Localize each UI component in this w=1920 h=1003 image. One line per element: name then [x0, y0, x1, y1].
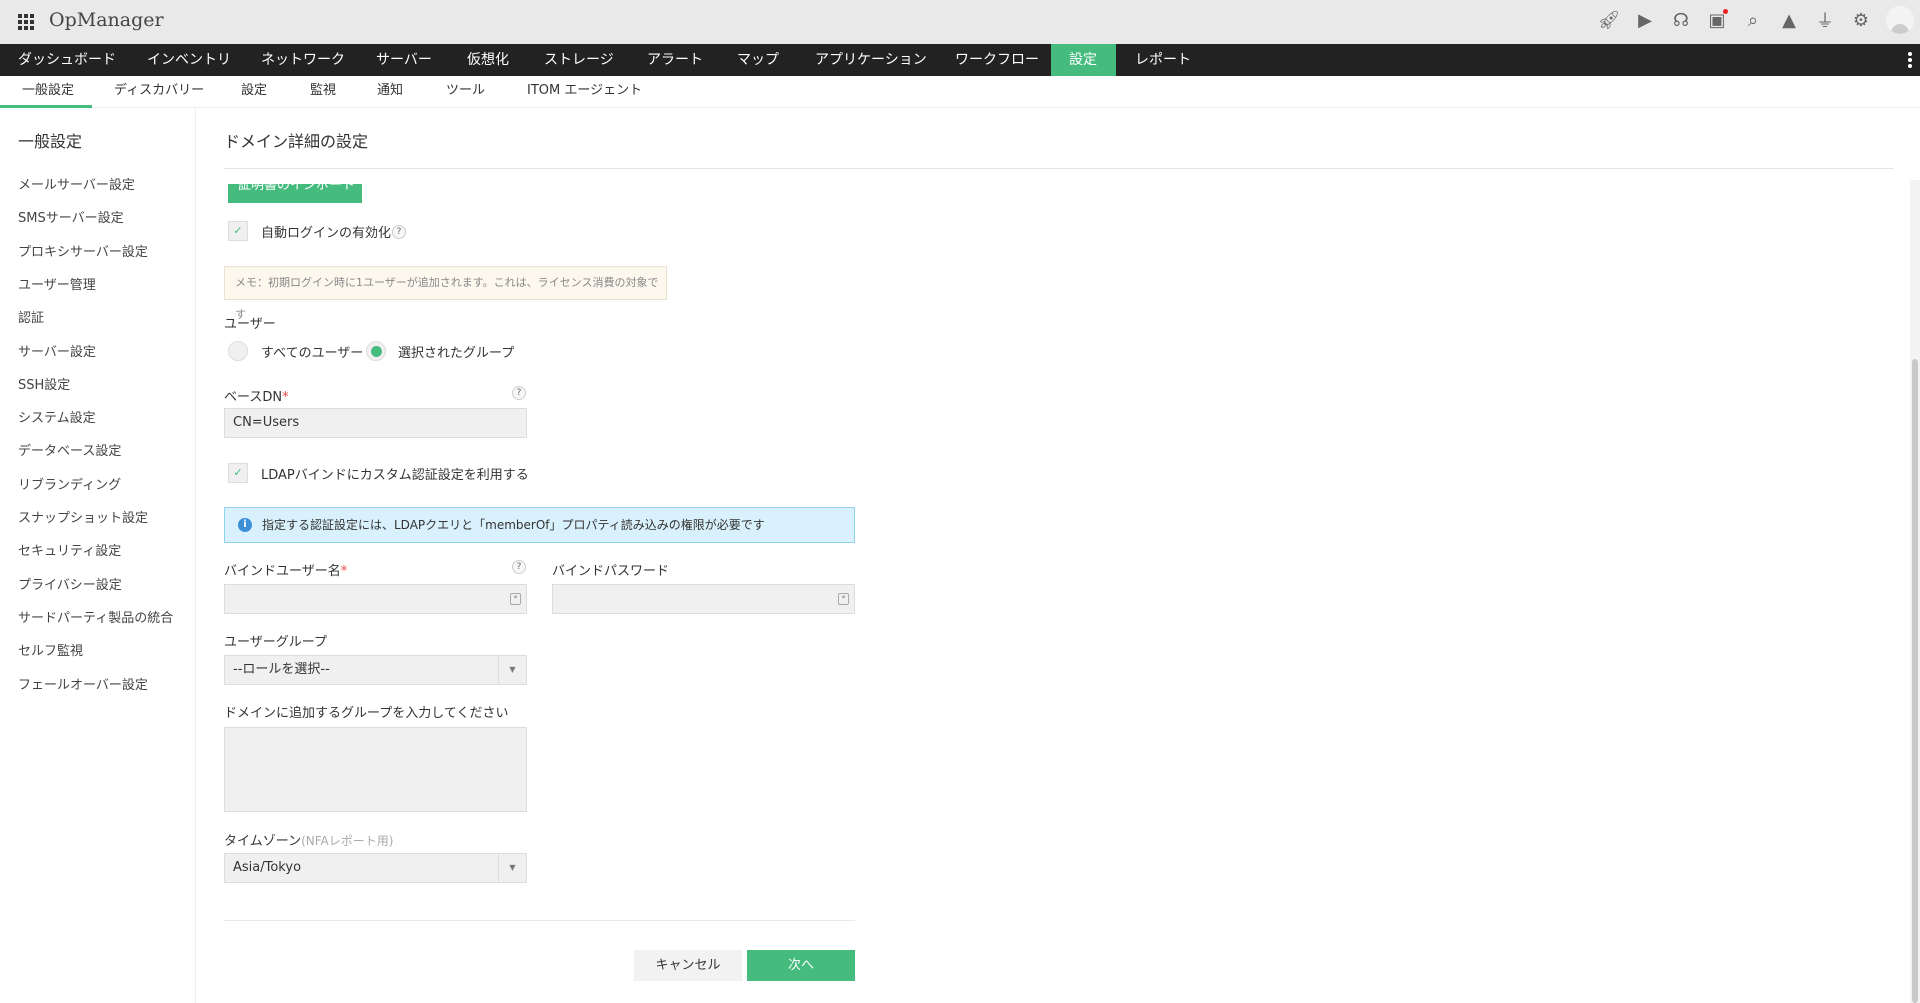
search-icon[interactable]: ⌕	[1742, 9, 1764, 31]
sidebar-item[interactable]: システム設定	[18, 407, 96, 426]
info-banner: i 指定する認証設定には、LDAPクエリと「memberOf」プロパティ読み込みの…	[224, 507, 855, 543]
groups-label: ドメインに追加するグループを入力してください	[224, 706, 509, 721]
sidebar-item[interactable]: メールサーバー設定	[18, 174, 135, 193]
subnav-itom-agent[interactable]: ITOM エージェント	[527, 76, 642, 108]
app-logo: OpManager	[49, 9, 164, 31]
divider	[224, 168, 1894, 169]
license-note: メモ：初期ログイン時に1ユーザーが追加されます。これは、ライセンス消費の対象です	[224, 266, 667, 321]
next-button[interactable]: 次へ	[747, 950, 855, 981]
sidebar-item[interactable]: リブランディング	[18, 474, 121, 493]
sidebar-item[interactable]: 認証	[18, 307, 44, 326]
presentation-icon[interactable]: ▶	[1634, 9, 1656, 31]
more-menu-icon[interactable]	[1908, 52, 1912, 70]
sidebar-item[interactable]: プライバシー設定	[18, 574, 122, 593]
keyboard-icon[interactable]: *	[838, 593, 849, 605]
radio-all-users-label: すべてのユーザー	[261, 346, 364, 361]
ldap-custom-auth-checkbox[interactable]: ✓	[228, 463, 248, 483]
user-avatar-icon[interactable]	[1886, 6, 1914, 34]
nav-virtualization[interactable]: 仮想化	[467, 44, 509, 76]
radio-selected-groups[interactable]	[366, 341, 386, 361]
bind-username-label: バインドユーザー名*	[224, 564, 348, 579]
bind-username-input[interactable]: *	[224, 584, 527, 614]
sidebar-item[interactable]: フェールオーバー設定	[18, 674, 148, 693]
import-certificate-button[interactable]: 証明書のインポート	[228, 184, 362, 203]
timezone-select[interactable]: Asia/Tokyo ▼	[224, 853, 527, 883]
sidebar-item[interactable]: サーバー設定	[18, 341, 96, 360]
sidebar-item[interactable]: プロキシサーバー設定	[18, 241, 148, 260]
gear-icon[interactable]: ⚙	[1850, 9, 1872, 31]
nav-alarms[interactable]: アラート	[647, 44, 703, 76]
ldap-custom-auth-label: LDAPバインドにカスタム認証設定を利用する	[261, 468, 529, 483]
nav-server[interactable]: サーバー	[376, 44, 432, 76]
scrollbar-thumb[interactable]	[1912, 359, 1918, 1003]
sidebar: 一般設定 メールサーバー設定 SMSサーバー設定プロキシサーバー設定 ユーザー管理認…	[0, 108, 196, 1003]
user-group-select[interactable]: --ロールを選択-- ▼	[224, 655, 527, 685]
nav-applications[interactable]: アプリケーション	[815, 44, 927, 76]
main-nav: ダッシュボード インベントリ ネットワーク サーバー 仮想化 ストレージ アラー…	[0, 44, 1920, 76]
subnav-discovery[interactable]: ディスカバリー	[114, 76, 204, 108]
info-icon: i	[238, 518, 252, 532]
bell-icon[interactable]: ▲	[1778, 9, 1800, 31]
app-grid-icon[interactable]	[18, 14, 34, 30]
sidebar-item[interactable]: データベース設定	[18, 440, 121, 459]
nav-storage[interactable]: ストレージ	[544, 44, 614, 76]
timezone-label: タイムゾーン(NFAレポート用)	[224, 834, 394, 849]
sidebar-item[interactable]: サードパーティ製品の統合	[18, 607, 173, 626]
bind-password-label: バインドパスワード	[552, 564, 670, 579]
sub-nav: 一般設定 ディスカバリー 設定 監視 通知 ツール ITOM エージェント	[0, 76, 1920, 108]
bind-password-input[interactable]: *	[552, 584, 855, 614]
nav-inventory[interactable]: インベントリ	[147, 44, 231, 76]
cancel-button[interactable]: キャンセル	[634, 950, 742, 981]
scrollbar[interactable]	[1910, 180, 1920, 1003]
help-icon[interactable]: ?	[392, 225, 406, 239]
headset-icon[interactable]: ☊	[1670, 9, 1692, 31]
auto-login-label: 自動ログインの有効化	[261, 226, 392, 241]
sidebar-item[interactable]: ユーザー管理	[18, 274, 96, 293]
help-icon[interactable]: ?	[512, 386, 526, 400]
radio-all-users[interactable]	[228, 341, 248, 361]
user-label: ユーザー	[224, 317, 276, 332]
subnav-general[interactable]: 一般設定	[22, 76, 74, 108]
nav-workflow[interactable]: ワークフロー	[955, 44, 1039, 76]
auto-login-checkbox[interactable]: ✓	[228, 221, 248, 241]
sidebar-item[interactable]: SSH設定	[18, 374, 70, 393]
sidebar-title: 一般設定	[18, 132, 83, 151]
nav-network[interactable]: ネットワーク	[261, 44, 345, 76]
base-dn-input[interactable]: CN=Users	[224, 408, 527, 438]
groups-textarea[interactable]	[224, 727, 527, 812]
subnav-monitoring[interactable]: 監視	[310, 76, 336, 108]
help-icon[interactable]: ?	[512, 560, 526, 574]
sidebar-item[interactable]: セルフ監視	[18, 640, 83, 659]
sidebar-item[interactable]: セキュリティ設定	[18, 540, 121, 559]
page-title: ドメイン詳細の設定	[224, 132, 369, 151]
nav-dashboard[interactable]: ダッシュボード	[18, 44, 116, 76]
sidebar-item[interactable]: SMSサーバー設定	[18, 207, 124, 226]
divider	[224, 920, 855, 921]
gift-icon[interactable]: ▣	[1706, 9, 1728, 31]
radio-selected-groups-label: 選択されたグループ	[398, 346, 515, 361]
top-bar: OpManager 🚀︎ ▶ ☊ ▣ ⌕ ▲ ⏚ ⚙	[0, 0, 1920, 44]
user-group-label: ユーザーグループ	[224, 635, 327, 650]
chevron-down-icon: ▼	[498, 854, 526, 882]
base-dn-label: ベースDN*	[224, 390, 289, 405]
nav-maps[interactable]: マップ	[737, 44, 779, 76]
subnav-tools[interactable]: ツール	[446, 76, 485, 108]
nav-reports[interactable]: レポート	[1135, 44, 1191, 76]
rocket-icon[interactable]: 🚀︎	[1598, 9, 1621, 31]
subnav-notification[interactable]: 通知	[377, 76, 403, 108]
chevron-down-icon: ▼	[498, 656, 526, 684]
keyboard-icon[interactable]: *	[510, 593, 521, 605]
sidebar-item[interactable]: スナップショット設定	[18, 507, 148, 526]
plug-icon[interactable]: ⏚	[1814, 9, 1836, 32]
nav-settings[interactable]: 設定	[1051, 44, 1116, 76]
subnav-settings[interactable]: 設定	[241, 76, 267, 108]
